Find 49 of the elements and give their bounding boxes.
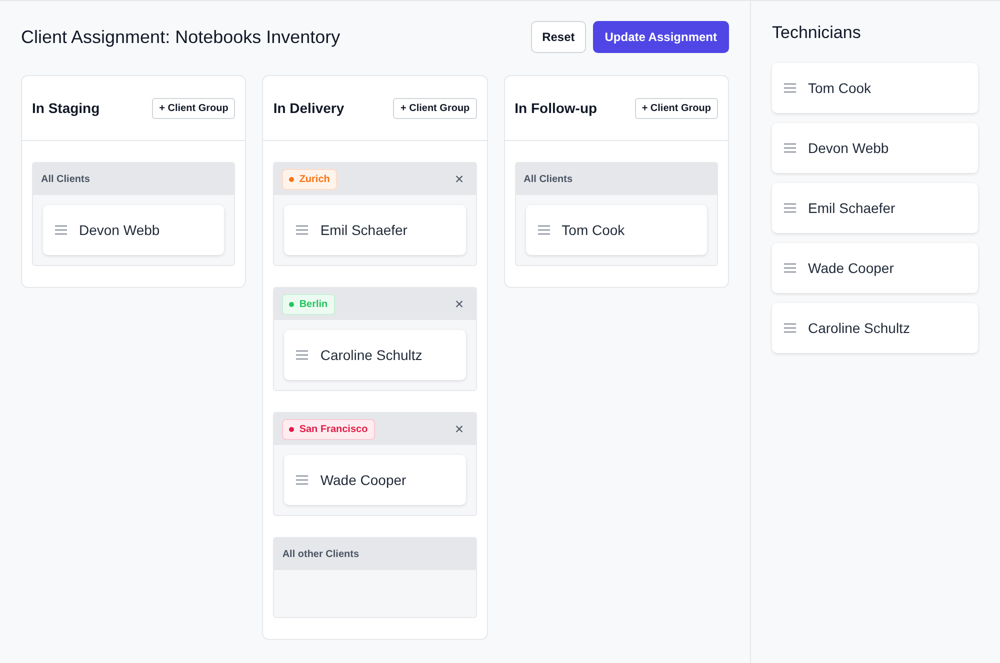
close-button[interactable]: ×: [450, 422, 468, 436]
drag-handle-icon[interactable]: [784, 203, 796, 213]
technician-name: Emil Schaefer: [320, 222, 408, 238]
drag-handle-icon[interactable]: [784, 263, 796, 273]
technician-card[interactable]: Caroline Schultz: [772, 303, 978, 353]
drag-handle-icon[interactable]: [296, 350, 308, 360]
technician-name: Emil Schaefer: [808, 200, 896, 216]
group-label: All Clients: [524, 174, 573, 184]
technician-name: Devon Webb: [808, 140, 889, 156]
technician-name: Caroline Schultz: [320, 347, 422, 363]
technician-name: Tom Cook: [808, 80, 872, 96]
group-label: All other Clients: [282, 548, 360, 560]
add-client-group-button[interactable]: + Client Group: [152, 98, 236, 118]
add-client-group-button[interactable]: + Client Group: [634, 98, 718, 118]
group-label: All Clients: [41, 174, 90, 184]
technician-card[interactable]: Tom Cook: [526, 205, 707, 255]
technician-name: Caroline Schultz: [808, 320, 910, 336]
technician-card[interactable]: Wade Cooper: [772, 243, 978, 293]
drag-handle-icon[interactable]: [538, 225, 550, 235]
technician-card[interactable]: Emil Schaefer: [772, 183, 978, 233]
column-title: In Staging: [32, 100, 100, 116]
close-button[interactable]: ×: [450, 296, 468, 312]
tag-label: Zurich: [299, 174, 330, 184]
tag-label: San Francisco: [299, 424, 368, 434]
technician-name: Wade Cooper: [320, 472, 406, 488]
technician-name: Devon Webb: [79, 222, 160, 238]
page-title: Client Assignment: Notebooks Inventory: [21, 26, 340, 48]
column-title: In Delivery: [273, 100, 344, 116]
add-client-group-button[interactable]: + Client Group: [393, 98, 477, 118]
technician-name: Wade Cooper: [808, 260, 894, 276]
close-button[interactable]: ×: [450, 172, 468, 186]
technician-card[interactable]: Wade Cooper: [284, 455, 466, 505]
update-assignment-button[interactable]: Update Assignment: [592, 21, 729, 53]
drag-handle-icon[interactable]: [296, 475, 308, 485]
sidebar-title: Technicians: [772, 23, 862, 43]
technician-card[interactable]: Tom Cook: [772, 63, 978, 113]
technician-card[interactable]: Devon Webb: [772, 123, 978, 173]
drag-handle-icon[interactable]: [784, 83, 796, 93]
tag-label: Berlin: [299, 298, 328, 310]
reset-button[interactable]: Reset: [531, 21, 586, 53]
drag-handle-icon[interactable]: [55, 225, 67, 235]
technician-card[interactable]: Emil Schaefer: [284, 205, 466, 255]
technician-card[interactable]: Caroline Schultz: [284, 330, 466, 380]
technician-card[interactable]: Devon Webb: [43, 205, 224, 255]
drag-handle-icon[interactable]: [784, 143, 796, 153]
column-title: In Follow-up: [514, 100, 598, 116]
drag-handle-icon[interactable]: [784, 323, 796, 333]
drag-handle-icon[interactable]: [296, 225, 308, 235]
technician-name: Tom Cook: [562, 222, 625, 238]
